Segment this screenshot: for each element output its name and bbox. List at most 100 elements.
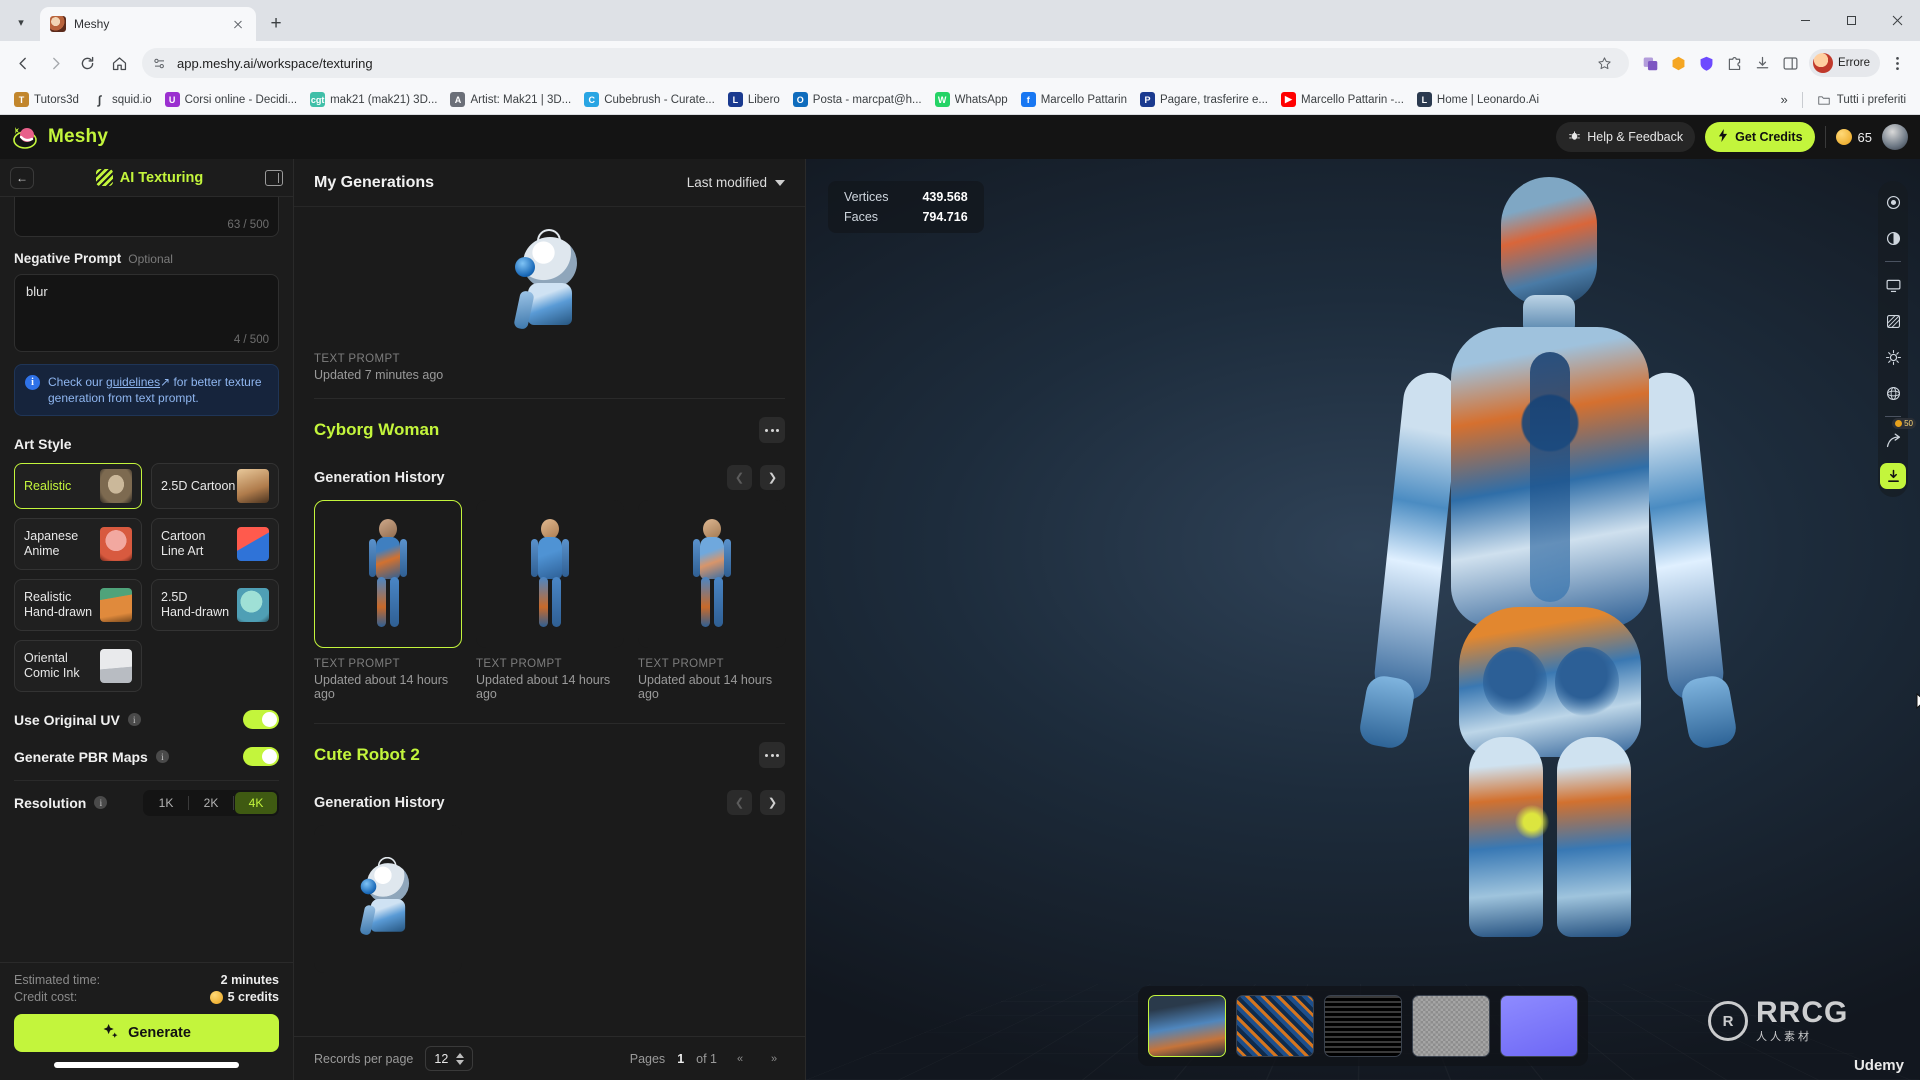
- art-style-label: Realistic: [24, 478, 72, 493]
- chrome-menu-icon[interactable]: [1882, 48, 1912, 78]
- home-icon[interactable]: [104, 48, 134, 78]
- orbit-axes-icon[interactable]: [1880, 380, 1906, 406]
- share-icon[interactable]: 50: [1880, 418, 1916, 453]
- art-style-option-japanese-anime[interactable]: Japanese Anime: [14, 518, 142, 571]
- project-menu-button[interactable]: [759, 417, 785, 443]
- texture-map-roughness-map[interactable]: [1412, 995, 1490, 1057]
- split-screen-icon[interactable]: [1777, 50, 1803, 76]
- history-next-button[interactable]: ❯: [760, 465, 785, 490]
- resolution-option-1k[interactable]: 1K: [145, 792, 187, 814]
- bookmark-item[interactable]: T Tutors3d: [8, 89, 85, 110]
- user-avatar[interactable]: [1882, 124, 1908, 150]
- generation-recent[interactable]: TEXT PROMPT Updated 7 minutes ago: [314, 207, 785, 382]
- art-style-option-realistic-hand-drawn[interactable]: Realistic Hand-drawn: [14, 579, 142, 632]
- art-style-option-oriental-comic-ink[interactable]: Oriental Comic Ink: [14, 640, 142, 693]
- extension-translate-icon[interactable]: [1637, 50, 1663, 76]
- bookmark-item[interactable]: P Pagare, trasferire e...: [1134, 89, 1274, 110]
- project-menu-button[interactable]: [759, 742, 785, 768]
- generate-pbr-toggle[interactable]: [243, 747, 279, 767]
- history-next-button[interactable]: ❯: [760, 790, 785, 815]
- lighting-icon[interactable]: [1880, 344, 1906, 370]
- view-mode-solid-icon[interactable]: [1880, 189, 1906, 215]
- history-item[interactable]: TEXT PROMPT Updated about 14 hours ago: [314, 500, 462, 701]
- new-tab-button[interactable]: +: [262, 10, 290, 38]
- bookmark-item[interactable]: ∫ squid.io: [86, 89, 158, 110]
- maximize-icon[interactable]: [1828, 0, 1874, 41]
- history-item[interactable]: TEXT PROMPT Updated about 14 hours ago: [476, 500, 624, 701]
- art-style-option-realistic[interactable]: Realistic: [14, 463, 142, 510]
- texture-map-normal-map[interactable]: [1324, 995, 1402, 1057]
- bookmark-item[interactable]: A Artist: Mak21 | 3D...: [444, 89, 577, 110]
- guidelines-link[interactable]: guidelines: [106, 375, 160, 389]
- display-monitor-icon[interactable]: [1880, 272, 1906, 298]
- close-window-icon[interactable]: [1874, 0, 1920, 41]
- back-icon[interactable]: [8, 48, 38, 78]
- bookmark-item[interactable]: L Libero: [722, 89, 786, 110]
- bookmark-item[interactable]: U Corsi online - Decidi...: [159, 89, 303, 110]
- minimize-icon[interactable]: [1782, 0, 1828, 41]
- bookmark-star-icon[interactable]: [1589, 48, 1619, 78]
- help-feedback-button[interactable]: Help & Feedback: [1556, 122, 1696, 152]
- prompt-textarea[interactable]: 63 / 500: [14, 197, 279, 237]
- forward-icon[interactable]: [40, 48, 70, 78]
- profile-chip[interactable]: Errore: [1809, 49, 1880, 77]
- generations-header: My Generations Last modified: [294, 159, 805, 207]
- bookmarks-overflow-button[interactable]: »: [1775, 92, 1794, 107]
- use-original-uv-toggle[interactable]: [243, 710, 279, 730]
- collapse-panel-icon[interactable]: [265, 169, 283, 186]
- bookmark-item[interactable]: ▶ Marcello Pattarin -...: [1275, 89, 1410, 110]
- downloads-icon[interactable]: [1749, 50, 1775, 76]
- generations-list[interactable]: TEXT PROMPT Updated 7 minutes ago Cyborg…: [294, 207, 805, 1036]
- info-icon[interactable]: i: [127, 713, 141, 727]
- art-style-option-cartoon-line-art[interactable]: Cartoon Line Art: [151, 518, 279, 571]
- sort-dropdown[interactable]: Last modified: [687, 175, 785, 190]
- address-bar[interactable]: app.meshy.ai/workspace/texturing: [142, 48, 1630, 78]
- credits-indicator[interactable]: 65: [1835, 129, 1872, 145]
- texture-map-model-preview[interactable]: [1148, 995, 1226, 1057]
- back-button[interactable]: ←: [10, 166, 34, 189]
- bookmark-item[interactable]: f Marcello Pattarin: [1015, 89, 1133, 110]
- browser-tab[interactable]: Meshy: [40, 7, 256, 41]
- art-style-label: Japanese Anime: [24, 528, 79, 559]
- texture-map-metallic-map[interactable]: [1500, 995, 1578, 1057]
- history-prev-button[interactable]: ❮: [727, 465, 752, 490]
- bookmark-item[interactable]: C Cubebrush - Curate...: [578, 89, 721, 110]
- project-name[interactable]: Cyborg Woman: [314, 420, 439, 440]
- brand-logo[interactable]: Meshy: [12, 124, 108, 150]
- bookmark-item[interactable]: O Posta - marcpat@h...: [787, 89, 928, 110]
- bookmark-item[interactable]: W WhatsApp: [929, 89, 1014, 110]
- history-thumbnail: [476, 500, 624, 648]
- generate-pbr-row[interactable]: Generate PBR Maps i: [14, 747, 279, 767]
- reload-icon[interactable]: [72, 48, 102, 78]
- model-viewport[interactable]: Vertices 439.568 Faces 794.716 50 R RRCG…: [806, 159, 1920, 1080]
- close-icon[interactable]: [230, 16, 246, 32]
- download-button[interactable]: [1880, 463, 1906, 489]
- view-mode-shaded-icon[interactable]: [1880, 225, 1906, 251]
- history-item[interactable]: TEXT PROMPT Updated about 14 hours ago: [638, 500, 786, 701]
- records-per-page-select[interactable]: 12: [425, 1046, 474, 1071]
- generate-button[interactable]: Generate: [14, 1014, 279, 1052]
- history-item[interactable]: [314, 825, 462, 973]
- bookmark-item[interactable]: cgt mak21 (mak21) 3D...: [304, 89, 443, 110]
- extension-shield-icon[interactable]: [1693, 50, 1719, 76]
- texture-map-albedo-map[interactable]: [1236, 995, 1314, 1057]
- wireframe-icon[interactable]: [1880, 308, 1906, 334]
- bookmark-item[interactable]: L Home | Leonardo.Ai: [1411, 89, 1545, 110]
- info-icon[interactable]: i: [94, 796, 108, 810]
- negative-prompt-input[interactable]: blur 4 / 500: [14, 274, 279, 352]
- project-name[interactable]: Cute Robot 2: [314, 745, 420, 765]
- last-page-button[interactable]: »: [763, 1048, 785, 1070]
- extension-honey-icon[interactable]: [1665, 50, 1691, 76]
- art-style-option-2-5d-hand-drawn[interactable]: 2.5D Hand-drawn: [151, 579, 279, 632]
- history-prev-button[interactable]: ❮: [727, 790, 752, 815]
- art-style-option-2-5d-cartoon[interactable]: 2.5D Cartoon: [151, 463, 279, 510]
- tab-search-chevron-icon[interactable]: ▾: [6, 7, 36, 37]
- use-original-uv-row[interactable]: Use Original UV i: [14, 710, 279, 730]
- get-credits-button[interactable]: Get Credits: [1705, 122, 1815, 152]
- resolution-option-2k[interactable]: 2K: [190, 792, 232, 814]
- info-icon[interactable]: i: [155, 750, 169, 764]
- first-page-button[interactable]: «: [729, 1048, 751, 1070]
- all-bookmarks-button[interactable]: Tutti i preferiti: [1811, 89, 1912, 110]
- extension-puzzle-icon[interactable]: [1721, 50, 1747, 76]
- resolution-option-4k[interactable]: 4K: [235, 791, 277, 814]
